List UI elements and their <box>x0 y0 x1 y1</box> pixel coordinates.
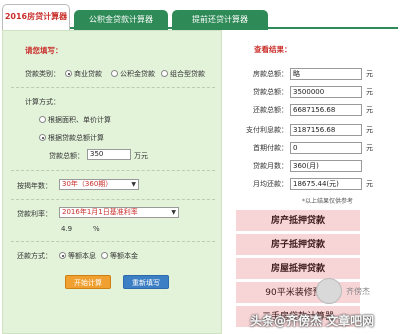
divider <box>11 87 215 88</box>
loan-total-unit: 万元 <box>134 152 148 160</box>
result-value: 0 <box>290 142 362 154</box>
result-row: 贷款月数： 360(月) <box>232 160 398 172</box>
promo-link[interactable]: 房子抵押贷款 <box>236 234 360 256</box>
result-unit: 元 <box>366 144 373 152</box>
rate-select[interactable]: 2016年1月1日基准利率 ▼ <box>59 207 179 218</box>
repay-label: 还款方式： <box>17 252 52 260</box>
result-row: 首期付款： 0 元 <box>232 142 398 154</box>
result-value: 18675.44(元) <box>290 178 362 190</box>
loan-type-combined[interactable]: 组合型贷款 <box>161 69 205 79</box>
promo-link[interactable]: 房屋抵押贷款 <box>236 258 360 280</box>
loan-type-commercial[interactable]: 商业贷款 <box>65 69 102 79</box>
result-label: 贷款月数： <box>253 162 288 170</box>
divider <box>11 199 215 200</box>
result-row: 支付利息款： 3187156.68 元 <box>232 124 398 136</box>
rate-label: 贷款利率： <box>17 210 52 218</box>
rate-number[interactable]: 4.9 <box>61 225 72 233</box>
calc-by-area[interactable]: 根据面积、单价计算 <box>39 115 111 125</box>
input-panel: 请您填写： 贷款类别： 商业贷款 公积金贷款 组合型贷款 计算方式： 根据面积、… <box>2 30 222 334</box>
result-label: 首期付款： <box>253 144 288 152</box>
loan-total-input[interactable]: 350 <box>87 149 131 160</box>
loan-type-label: 贷款类别： <box>25 70 60 78</box>
result-value: 360(月) <box>290 160 362 172</box>
years-label: 按揭年数： <box>17 182 52 190</box>
chevron-down-icon: ▼ <box>171 209 176 216</box>
calc-by-total[interactable]: 根据贷款总额计算 <box>39 133 104 143</box>
tab-house-loan-calculator[interactable]: 2016房贷计算器 <box>2 4 70 30</box>
watermark-text: 头条@齐傍杰 文章吧网 <box>250 314 375 328</box>
tab-bar: 2016房贷计算器 公积金贷款计算器 提前还贷计算器 <box>2 2 398 30</box>
result-row: 月均还款： 18675.44(元) 元 <box>232 178 398 190</box>
result-label: 贷款总额： <box>253 88 288 96</box>
result-section-title: 查看结果： <box>254 45 292 54</box>
radio-icon[interactable] <box>111 70 118 77</box>
promo-link[interactable]: 房产抵押贷款 <box>236 210 360 232</box>
radio-icon[interactable] <box>39 134 46 141</box>
result-label: 支付利息款： <box>246 126 288 134</box>
radio-icon[interactable] <box>101 252 108 259</box>
calculate-button[interactable]: 开始计算 <box>65 275 111 289</box>
result-panel: 查看结果： 房款总额： 略 元 贷款总额： 3500000 元 还款总额： 66… <box>232 30 398 334</box>
repay-equal-installment[interactable]: 等额本息 <box>59 251 96 261</box>
radio-icon[interactable] <box>59 252 66 259</box>
repay-equal-principal[interactable]: 等额本金 <box>101 251 138 261</box>
loan-total-label: 贷款总额： <box>49 152 84 160</box>
result-note: *以上结果仅供参考 <box>302 198 354 205</box>
calc-method-label: 计算方式： <box>25 98 60 106</box>
divider <box>11 241 215 242</box>
result-row: 贷款总额： 3500000 元 <box>232 86 398 98</box>
rate-unit: % <box>93 225 100 233</box>
result-label: 还款总额： <box>253 106 288 114</box>
reset-button[interactable]: 重新填写 <box>123 275 169 289</box>
years-select[interactable]: 30年（360期） ▼ <box>59 179 139 190</box>
result-row: 房款总额： 略 元 <box>232 68 398 80</box>
result-value: 略 <box>290 68 362 80</box>
result-value: 3500000 <box>290 86 362 98</box>
result-unit: 元 <box>366 180 373 188</box>
result-label: 房款总额： <box>253 70 288 78</box>
avatar-name: 齐傍杰 <box>346 287 370 296</box>
input-section-title: 请您填写： <box>25 46 63 55</box>
radio-icon[interactable] <box>39 116 46 123</box>
result-value: 3187156.68 <box>290 124 362 136</box>
result-value: 6687156.68 <box>290 104 362 116</box>
loan-type-provident[interactable]: 公积金贷款 <box>111 69 155 79</box>
result-unit: 元 <box>366 88 373 96</box>
result-unit: 元 <box>366 126 373 134</box>
radio-icon[interactable] <box>65 70 72 77</box>
radio-icon[interactable] <box>161 70 168 77</box>
divider <box>11 170 215 171</box>
result-label: 月均还款： <box>253 180 288 188</box>
chevron-down-icon: ▼ <box>131 181 136 188</box>
result-unit: 元 <box>366 70 373 78</box>
result-row: 还款总额： 6687156.68 元 <box>232 104 398 116</box>
avatar <box>316 278 342 304</box>
result-unit: 元 <box>366 106 373 114</box>
